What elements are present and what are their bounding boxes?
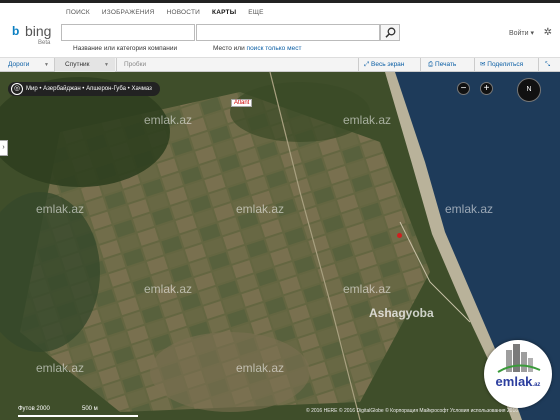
- watermark: emlak.az: [144, 113, 193, 127]
- gear-icon[interactable]: ✲: [544, 27, 552, 38]
- satellite-dropdown-icon[interactable]: ▼: [104, 58, 109, 72]
- bing-logo[interactable]: b bing Beta: [12, 22, 60, 48]
- top-bar: [0, 0, 560, 3]
- poi-label[interactable]: Atlant: [231, 99, 253, 107]
- share-label: Поделиться: [487, 61, 524, 68]
- scale-meters: 500 м: [82, 406, 98, 412]
- nav-more[interactable]: ЕЩЕ: [248, 9, 263, 21]
- watermark: emlak.az: [236, 361, 285, 375]
- zoom-in-button[interactable]: +: [480, 82, 493, 95]
- share-button[interactable]: ✉ Поделиться: [480, 58, 523, 72]
- expand-panel-icon[interactable]: ›: [0, 140, 8, 156]
- watermark: emlak.az: [236, 202, 285, 216]
- watermark: emlak.az: [144, 282, 193, 296]
- signin-button[interactable]: Войти ▾: [509, 29, 534, 37]
- scale-feet: Футов 2000: [18, 406, 50, 412]
- where-search-hint: Место или поиск только мест: [213, 45, 301, 52]
- location-breadcrumb[interactable]: ◎ Мир • Азербайджан • Апшерон-Губа • Хач…: [8, 82, 160, 96]
- collapse-icon[interactable]: ⤡: [545, 58, 550, 72]
- places-only-link[interactable]: поиск только мест: [247, 45, 302, 52]
- emlak-logo: emlak.az: [484, 340, 552, 408]
- fullscreen-button[interactable]: ⤢ Весь экран: [364, 58, 404, 72]
- divider: [420, 58, 421, 72]
- where-search-input[interactable]: [196, 24, 380, 41]
- copyright-text: © 2016 HERE © 2016 DigitalGlobe © Корпор…: [306, 408, 518, 414]
- map-canvas[interactable]: ◎ Мир • Азербайджан • Апшерон-Губа • Хач…: [0, 72, 560, 420]
- emlak-wordmark: emlak.az: [484, 374, 552, 389]
- globe-icon: ◎: [11, 83, 23, 95]
- zoom-out-button[interactable]: −: [457, 82, 470, 95]
- place-label: Ashagyoba: [369, 306, 434, 320]
- what-search-input[interactable]: [61, 24, 195, 41]
- breadcrumb-text: Мир • Азербайджан • Апшерон-Губа • Хачма…: [26, 86, 152, 92]
- mail-icon: ✉: [480, 61, 486, 68]
- scale-line: [18, 413, 138, 417]
- print-button[interactable]: ⎙ Печать: [428, 58, 456, 72]
- watermark: emlak.az: [36, 361, 85, 375]
- buildings-icon: [497, 344, 541, 373]
- compass-icon[interactable]: N: [517, 78, 541, 102]
- bing-logo-word: bing: [25, 23, 52, 39]
- beta-label: Beta: [38, 40, 51, 46]
- print-icon: ⎙: [428, 61, 434, 68]
- divider: [538, 58, 539, 72]
- divider: [358, 58, 359, 72]
- divider: [474, 58, 475, 72]
- watermark: emlak.az: [343, 113, 392, 127]
- top-nav: ПОИСК ИЗОБРАЖЕНИЯ НОВОСТИ КАРТЫ ЕЩЕ: [66, 9, 276, 21]
- nav-maps[interactable]: КАРТЫ: [212, 9, 236, 21]
- divider: [116, 58, 117, 72]
- traffic-button[interactable]: Пробки: [124, 58, 146, 72]
- nav-images[interactable]: ИЗОБРАЖЕНИЯ: [102, 9, 155, 21]
- search-button[interactable]: [380, 24, 400, 41]
- nav-news[interactable]: НОВОСТИ: [167, 9, 200, 21]
- print-label: Печать: [435, 61, 457, 68]
- roads-dropdown-icon[interactable]: ▼: [44, 58, 49, 72]
- scale-bar: Футов 2000 500 м: [18, 406, 138, 417]
- watermark: emlak.az: [343, 282, 392, 296]
- fullscreen-icon: ⤢: [364, 61, 370, 68]
- where-hint-text: Место или: [213, 45, 247, 52]
- bing-logo-mark: b: [12, 24, 20, 38]
- watermark: emlak.az: [445, 202, 494, 216]
- watermark: emlak.az: [36, 202, 85, 216]
- what-search-hint: Название или категория компании: [73, 45, 178, 52]
- emlak-word: emlak: [495, 374, 533, 389]
- map-toolbar: Дороги ▼ Спутник ▼ Пробки ⤢ Весь экран ⎙…: [0, 57, 560, 72]
- fullscreen-label: Весь экран: [371, 61, 405, 68]
- emlak-suffix: .az: [532, 382, 541, 388]
- roads-button[interactable]: Дороги: [8, 58, 29, 72]
- location-pin-icon[interactable]: [397, 233, 402, 238]
- nav-search[interactable]: ПОИСК: [66, 9, 90, 21]
- search-icon: [385, 27, 396, 38]
